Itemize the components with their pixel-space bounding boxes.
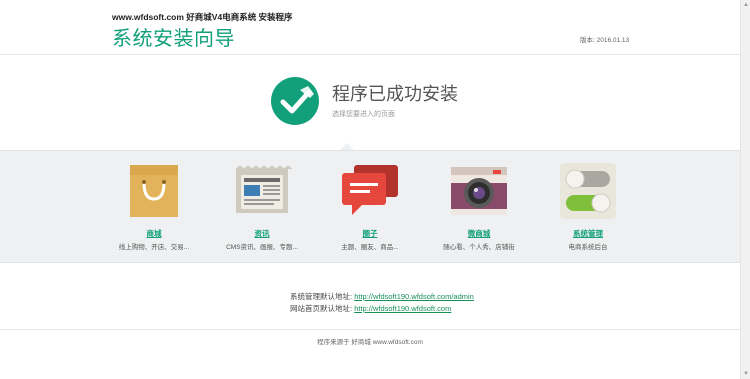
- admin-url-link[interactable]: http://wfdsoft190.wfdsoft.com/admin: [354, 292, 474, 301]
- entry-micro-mall[interactable]: 微商城 随心看、个人秀、店铺街: [424, 161, 534, 251]
- check-badge-icon: [271, 77, 319, 125]
- entry-mall-desc: 线上购物、开店、交易...: [118, 244, 190, 251]
- wizard-title: 系统安装向导: [112, 28, 235, 50]
- admin-url-row: 系统管理默认地址: http://wfdsoft190.wfdsoft.com/…: [290, 291, 474, 303]
- site-url-label: 网站首页默认地址:: [290, 304, 353, 313]
- entry-news-label[interactable]: 资讯: [207, 228, 317, 239]
- entry-news[interactable]: 资讯 CMS资讯、画报、专题...: [207, 161, 317, 251]
- footer-divider: [0, 329, 740, 330]
- success-title: 程序已成功安装: [332, 84, 458, 104]
- scroll-down-icon[interactable]: ▼: [742, 370, 750, 378]
- chat-bubbles-icon: [342, 165, 398, 215]
- entry-admin-desc: 电商系统后台: [568, 244, 608, 251]
- entry-news-desc: CMS资讯、画报、专题...: [226, 244, 298, 251]
- band-pointer: [340, 143, 354, 150]
- entry-admin-label[interactable]: 系统管理: [533, 228, 643, 239]
- site-url-row: 网站首页默认地址: http://wfdsoft190.wfdsoft.com: [290, 303, 474, 315]
- scroll-up-icon[interactable]: ▲: [742, 1, 750, 9]
- page-header: www.wfdsoft.com 好商城V4电商系统 安装程序 系统安装向导 版本…: [0, 0, 740, 55]
- camera-icon: [451, 167, 507, 215]
- default-urls: 系统管理默认地址: http://wfdsoft190.wfdsoft.com/…: [290, 291, 474, 315]
- entry-circle-desc: 主题、圈友、商品...: [341, 244, 399, 251]
- success-panel: 程序已成功安装 选择您要进入的页面: [270, 76, 570, 126]
- footer-text: 程序来源于 好商城 www.wfdsoft.com: [317, 339, 423, 346]
- vertical-scrollbar[interactable]: ▲ ▼: [740, 0, 750, 379]
- site-url-link[interactable]: http://wfdsoft190.wfdsoft.com: [354, 304, 451, 313]
- entry-band: 商城 线上购物、开店、交易... 资讯 CMS资讯、画报、专题... 圈子 主题…: [0, 150, 740, 263]
- success-subtitle: 选择您要进入的页面: [332, 111, 395, 118]
- entry-admin[interactable]: 系统管理 电商系统后台: [533, 161, 643, 251]
- admin-url-label: 系统管理默认地址:: [290, 292, 353, 301]
- entry-mall[interactable]: 商城 线上购物、开店、交易...: [99, 161, 209, 251]
- newspaper-icon: [235, 165, 292, 213]
- version-label: 版本: 2016.01.13: [580, 37, 630, 44]
- shopping-bag-icon: [130, 165, 178, 217]
- entry-micro-mall-desc: 随心看、个人秀、店铺街: [443, 244, 515, 251]
- entry-mall-label[interactable]: 商城: [99, 228, 209, 239]
- toggle-switches-icon: [560, 163, 616, 219]
- entry-micro-mall-label[interactable]: 微商城: [424, 228, 534, 239]
- entry-circle-label[interactable]: 圈子: [315, 228, 425, 239]
- entry-circle[interactable]: 圈子 主题、圈友、商品...: [315, 161, 425, 251]
